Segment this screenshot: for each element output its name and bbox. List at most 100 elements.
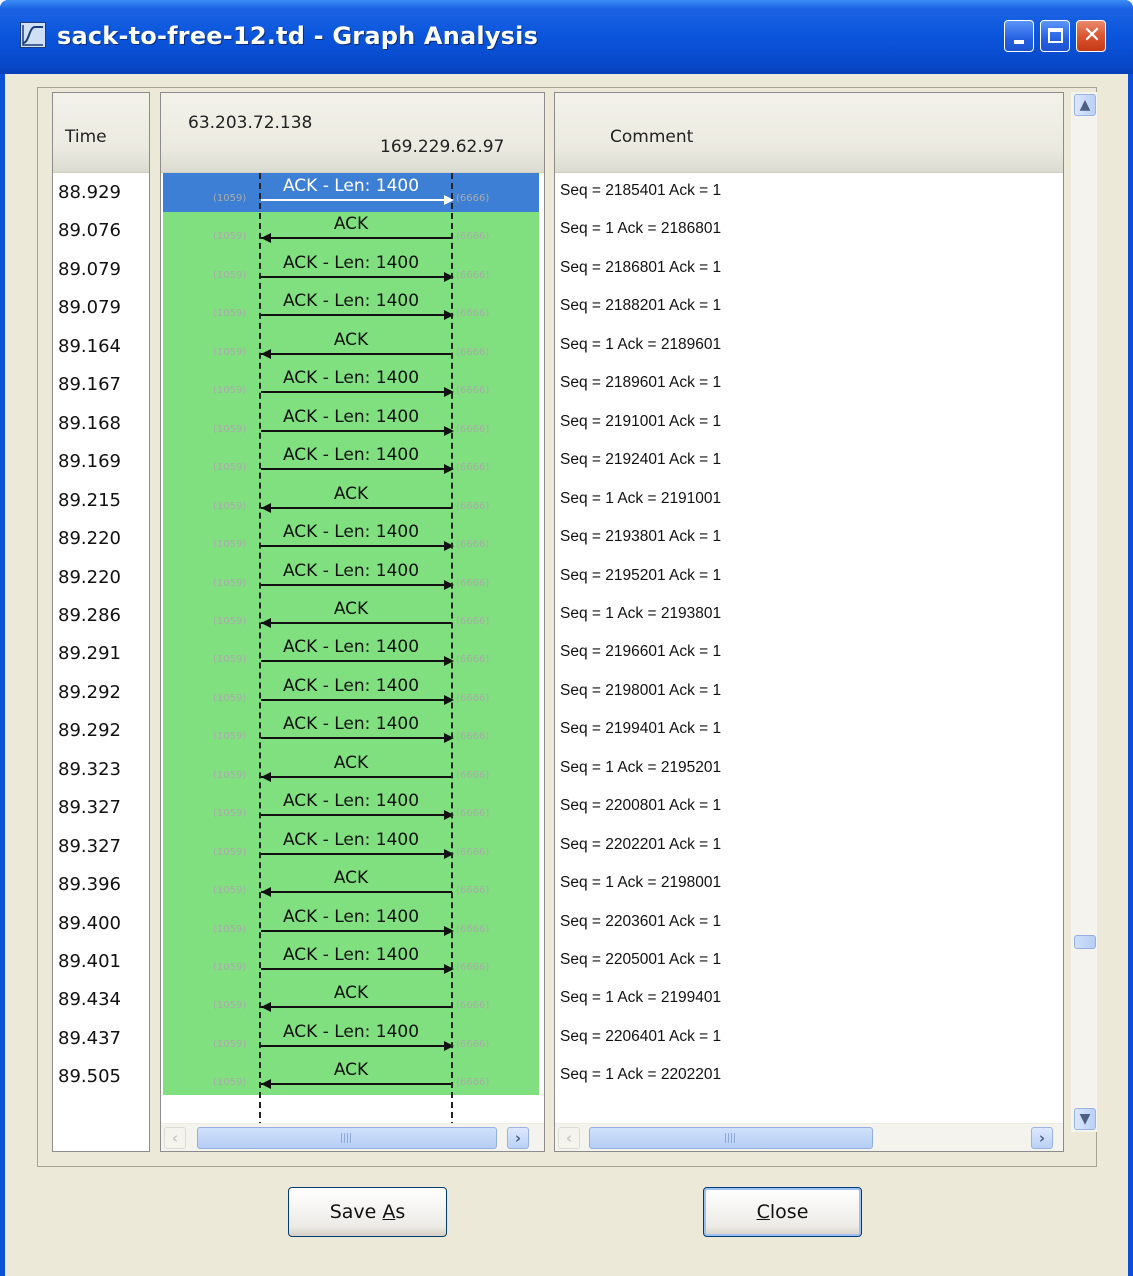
flow-row[interactable]: ACK - Len: 1400 (1059) (6666) bbox=[163, 711, 539, 750]
flow-row[interactable]: ACK - Len: 1400 (1059) (6666) bbox=[163, 942, 539, 981]
time-row[interactable]: 89.167 bbox=[53, 365, 149, 404]
destination-port: (6666) bbox=[456, 462, 490, 474]
time-row[interactable]: 89.076 bbox=[53, 211, 149, 250]
destination-port: (6666) bbox=[456, 1077, 490, 1089]
comment-cell: Seq = 2203601 Ack = 1 bbox=[560, 912, 722, 930]
time-row[interactable]: 89.215 bbox=[53, 481, 149, 520]
flow-row[interactable]: ACK - Len: 1400 (1059) (6666) bbox=[163, 827, 539, 866]
vertical-scrollbar[interactable]: ▲ ▼ bbox=[1071, 92, 1097, 1132]
time-row[interactable]: 89.286 bbox=[53, 596, 149, 635]
comment-row[interactable]: Seq = 2198001 Ack = 1 bbox=[555, 673, 1063, 712]
comment-row[interactable]: Seq = 2189601 Ack = 1 bbox=[555, 365, 1063, 404]
time-row[interactable]: 89.169 bbox=[53, 442, 149, 481]
comment-row[interactable]: Seq = 2185401 Ack = 1 bbox=[555, 173, 1063, 212]
minimize-button[interactable] bbox=[1004, 20, 1034, 52]
flow-arrow bbox=[261, 775, 452, 778]
time-row[interactable]: 89.327 bbox=[53, 827, 149, 866]
comment-row[interactable]: Seq = 2199401 Ack = 1 bbox=[555, 711, 1063, 750]
flow-row[interactable]: ACK (1059) (6666) bbox=[163, 481, 539, 520]
time-row[interactable]: 89.079 bbox=[53, 250, 149, 289]
comment-row[interactable]: Seq = 2186801 Ack = 1 bbox=[555, 250, 1063, 289]
title-bar[interactable]: sack-to-free-12.td - Graph Analysis ✕ bbox=[0, 0, 1133, 74]
flow-row[interactable]: ACK - Len: 1400 (1059) (6666) bbox=[163, 404, 539, 443]
flow-row[interactable]: ACK - Len: 1400 (1059) (6666) bbox=[163, 673, 539, 712]
source-port: (1059) bbox=[213, 577, 247, 589]
time-row[interactable]: 88.929 bbox=[53, 173, 149, 212]
comment-row[interactable]: Seq = 2203601 Ack = 1 bbox=[555, 904, 1063, 943]
comment-row[interactable]: Seq = 1 Ack = 2193801 bbox=[555, 596, 1063, 635]
comment-row[interactable]: Seq = 2188201 Ack = 1 bbox=[555, 288, 1063, 327]
flow-arrow bbox=[261, 237, 452, 240]
comment-row[interactable]: Seq = 2196601 Ack = 1 bbox=[555, 634, 1063, 673]
time-row[interactable]: 89.164 bbox=[53, 327, 149, 366]
comment-scroll-thumb[interactable] bbox=[589, 1127, 873, 1149]
arrow-up-icon[interactable]: ▲ bbox=[1074, 94, 1096, 116]
comment-row[interactable]: Seq = 2202201 Ack = 1 bbox=[555, 827, 1063, 866]
comment-row[interactable]: Seq = 1 Ack = 2199401 bbox=[555, 980, 1063, 1019]
time-row[interactable]: 89.400 bbox=[53, 904, 149, 943]
comment-row[interactable]: Seq = 1 Ack = 2202201 bbox=[555, 1057, 1063, 1096]
arrow-left-icon[interactable]: ‹ bbox=[558, 1127, 580, 1149]
close-window-button[interactable]: ✕ bbox=[1076, 20, 1106, 52]
graph-scroll-thumb[interactable] bbox=[197, 1127, 497, 1149]
save-as-button[interactable]: Save As bbox=[288, 1187, 447, 1237]
time-row[interactable]: 89.168 bbox=[53, 404, 149, 443]
comment-row[interactable]: Seq = 2195201 Ack = 1 bbox=[555, 558, 1063, 597]
arrow-right-icon[interactable]: › bbox=[1031, 1127, 1053, 1149]
maximize-button[interactable] bbox=[1040, 20, 1070, 52]
time-row[interactable]: 89.292 bbox=[53, 673, 149, 712]
arrow-left-icon[interactable]: ‹ bbox=[164, 1127, 186, 1149]
time-row[interactable]: 89.292 bbox=[53, 711, 149, 750]
time-row[interactable]: 89.401 bbox=[53, 942, 149, 981]
comment-column[interactable]: Comment Seq = 2185401 Ack = 1 Seq = 1 Ack… bbox=[554, 92, 1064, 1152]
comment-row[interactable]: Seq = 2200801 Ack = 1 bbox=[555, 788, 1063, 827]
flow-graph-column[interactable]: 63.203.72.138 169.229.62.97 ACK - Len: 1… bbox=[160, 92, 545, 1152]
flow-row[interactable]: ACK - Len: 1400 (1059) (6666) bbox=[163, 1019, 539, 1058]
comment-row[interactable]: Seq = 1 Ack = 2189601 bbox=[555, 327, 1063, 366]
comment-row[interactable]: Seq = 2205001 Ack = 1 bbox=[555, 942, 1063, 981]
comment-row[interactable]: Seq = 2206401 Ack = 1 bbox=[555, 1019, 1063, 1058]
comment-horizontal-scrollbar[interactable]: ‹ › bbox=[555, 1123, 1063, 1151]
arrow-down-icon[interactable]: ▼ bbox=[1074, 1108, 1096, 1130]
comment-row[interactable]: Seq = 2192401 Ack = 1 bbox=[555, 442, 1063, 481]
time-row[interactable]: 89.434 bbox=[53, 980, 149, 1019]
time-row[interactable]: 89.505 bbox=[53, 1057, 149, 1096]
time-row[interactable]: 89.396 bbox=[53, 865, 149, 904]
close-button[interactable]: Close bbox=[703, 1187, 862, 1237]
flow-row[interactable]: ACK (1059) (6666) bbox=[163, 211, 539, 250]
flow-row[interactable]: ACK - Len: 1400 (1059) (6666) bbox=[163, 173, 539, 212]
time-row[interactable]: 89.079 bbox=[53, 288, 149, 327]
time-row[interactable]: 89.323 bbox=[53, 750, 149, 789]
comment-row[interactable]: Seq = 2191001 Ack = 1 bbox=[555, 404, 1063, 443]
time-row[interactable]: 89.291 bbox=[53, 634, 149, 673]
arrow-right-icon[interactable]: › bbox=[507, 1127, 529, 1149]
comment-row[interactable]: Seq = 1 Ack = 2195201 bbox=[555, 750, 1063, 789]
flow-row[interactable]: ACK (1059) (6666) bbox=[163, 980, 539, 1019]
comment-row[interactable]: Seq = 2193801 Ack = 1 bbox=[555, 519, 1063, 558]
flow-row[interactable]: ACK - Len: 1400 (1059) (6666) bbox=[163, 365, 539, 404]
flow-row[interactable]: ACK - Len: 1400 (1059) (6666) bbox=[163, 558, 539, 597]
time-row[interactable]: 89.437 bbox=[53, 1019, 149, 1058]
flow-row[interactable]: ACK (1059) (6666) bbox=[163, 865, 539, 904]
flow-row[interactable]: ACK - Len: 1400 (1059) (6666) bbox=[163, 634, 539, 673]
time-row[interactable]: 89.327 bbox=[53, 788, 149, 827]
flow-row[interactable]: ACK - Len: 1400 (1059) (6666) bbox=[163, 288, 539, 327]
flow-row[interactable]: ACK - Len: 1400 (1059) (6666) bbox=[163, 788, 539, 827]
graph-horizontal-scrollbar[interactable]: ‹ › bbox=[161, 1123, 544, 1151]
flow-row[interactable]: ACK (1059) (6666) bbox=[163, 1057, 539, 1096]
source-port: (1059) bbox=[213, 346, 247, 358]
flow-row[interactable]: ACK - Len: 1400 (1059) (6666) bbox=[163, 519, 539, 558]
comment-row[interactable]: Seq = 1 Ack = 2198001 bbox=[555, 865, 1063, 904]
flow-row[interactable]: ACK (1059) (6666) bbox=[163, 596, 539, 635]
flow-row[interactable]: ACK - Len: 1400 (1059) (6666) bbox=[163, 442, 539, 481]
comment-row[interactable]: Seq = 1 Ack = 2191001 bbox=[555, 481, 1063, 520]
time-row[interactable]: 89.220 bbox=[53, 519, 149, 558]
vertical-scroll-thumb[interactable] bbox=[1074, 935, 1096, 949]
time-row[interactable]: 89.220 bbox=[53, 558, 149, 597]
flow-row[interactable]: ACK (1059) (6666) bbox=[163, 750, 539, 789]
time-column[interactable]: Time 88.929 89.076 89.079 89.079 89.164 89.16… bbox=[52, 92, 150, 1152]
flow-row[interactable]: ACK - Len: 1400 (1059) (6666) bbox=[163, 904, 539, 943]
comment-row[interactable]: Seq = 1 Ack = 2186801 bbox=[555, 211, 1063, 250]
flow-row[interactable]: ACK (1059) (6666) bbox=[163, 327, 539, 366]
flow-row[interactable]: ACK - Len: 1400 (1059) (6666) bbox=[163, 250, 539, 289]
